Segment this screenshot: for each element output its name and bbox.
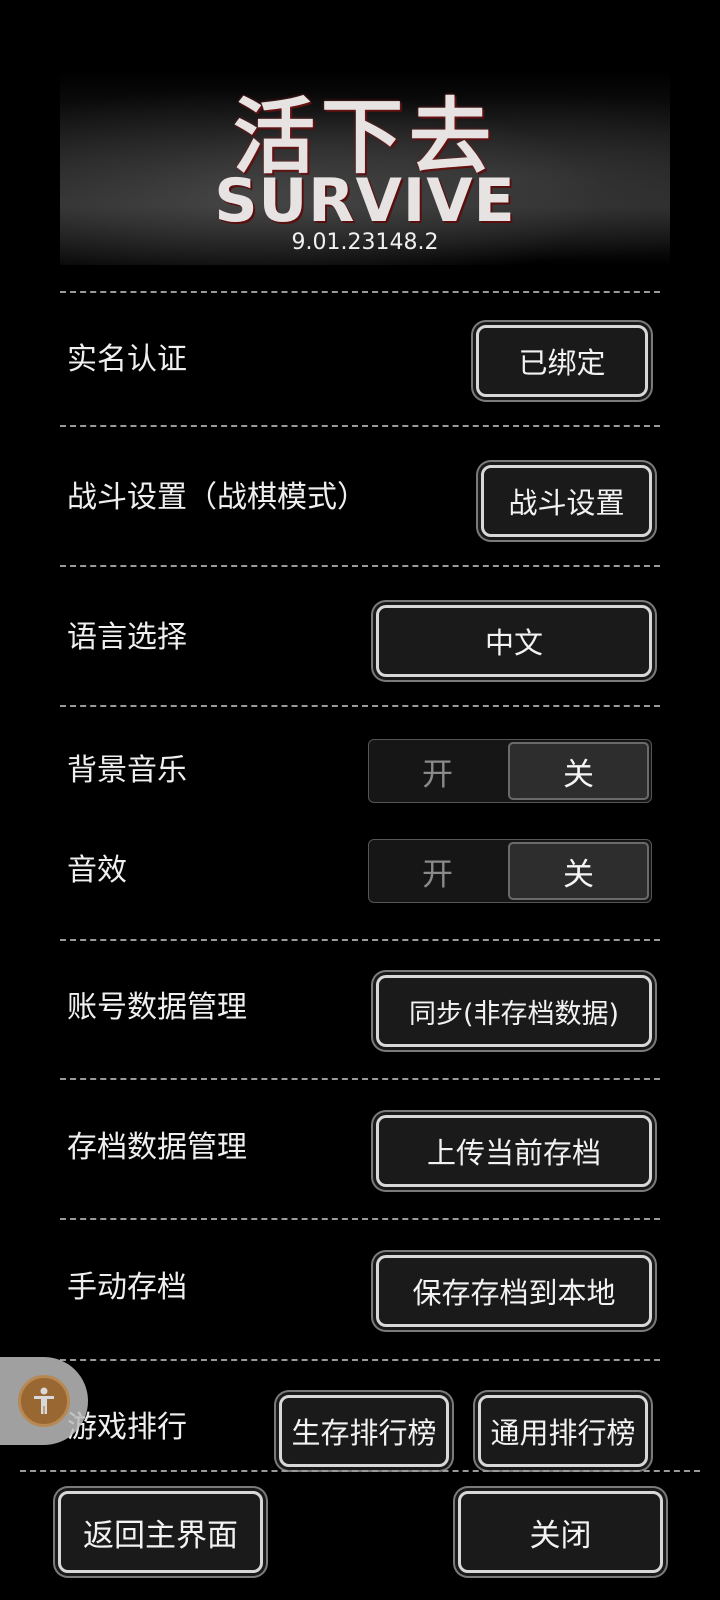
divider xyxy=(60,565,660,567)
divider xyxy=(60,1359,660,1361)
game-logo: 活下去 SURVIVE 9.01.23148.2 xyxy=(60,70,670,265)
back-to-main-button[interactable]: 返回主界面 xyxy=(58,1491,263,1573)
divider xyxy=(20,1470,700,1472)
bgm-off-option[interactable]: 关 xyxy=(508,742,649,800)
sfx-on-option[interactable]: 开 xyxy=(369,840,506,902)
bgm-label: 背景音乐 xyxy=(67,753,187,788)
version-text: 9.01.23148.2 xyxy=(291,230,439,255)
save-local-button[interactable]: 保存存档到本地 xyxy=(376,1255,652,1327)
battle-settings-button[interactable]: 战斗设置 xyxy=(481,465,652,537)
language-select-button[interactable]: 中文 xyxy=(376,605,652,677)
divider xyxy=(60,425,660,427)
general-ranking-button[interactable]: 通用排行榜 xyxy=(478,1395,648,1467)
sfx-label: 音效 xyxy=(67,853,127,888)
battle-settings-label: 战斗设置（战棋模式） xyxy=(67,480,367,515)
accessibility-icon xyxy=(18,1375,70,1427)
sfx-toggle[interactable]: 开 关 xyxy=(368,839,652,903)
realname-label: 实名认证 xyxy=(67,342,187,377)
close-button[interactable]: 关闭 xyxy=(458,1491,663,1573)
divider xyxy=(60,1078,660,1080)
sfx-off-option[interactable]: 关 xyxy=(508,842,649,900)
sync-account-button[interactable]: 同步(非存档数据) xyxy=(376,975,652,1047)
bgm-toggle[interactable]: 开 关 xyxy=(368,739,652,803)
divider xyxy=(60,291,660,293)
account-data-label: 账号数据管理 xyxy=(67,990,247,1025)
survival-ranking-button[interactable]: 生存排行榜 xyxy=(279,1395,449,1467)
bgm-on-option[interactable]: 开 xyxy=(369,740,506,802)
logo-title-en: SURVIVE xyxy=(214,166,516,236)
divider xyxy=(60,705,660,707)
floating-assist-button[interactable] xyxy=(0,1357,88,1445)
divider xyxy=(60,1218,660,1220)
realname-bound-button[interactable]: 已绑定 xyxy=(476,325,648,397)
language-label: 语言选择 xyxy=(67,620,187,655)
upload-save-button[interactable]: 上传当前存档 xyxy=(376,1115,652,1187)
manual-save-label: 手动存档 xyxy=(67,1270,187,1305)
save-data-label: 存档数据管理 xyxy=(67,1130,247,1165)
divider xyxy=(60,939,660,941)
